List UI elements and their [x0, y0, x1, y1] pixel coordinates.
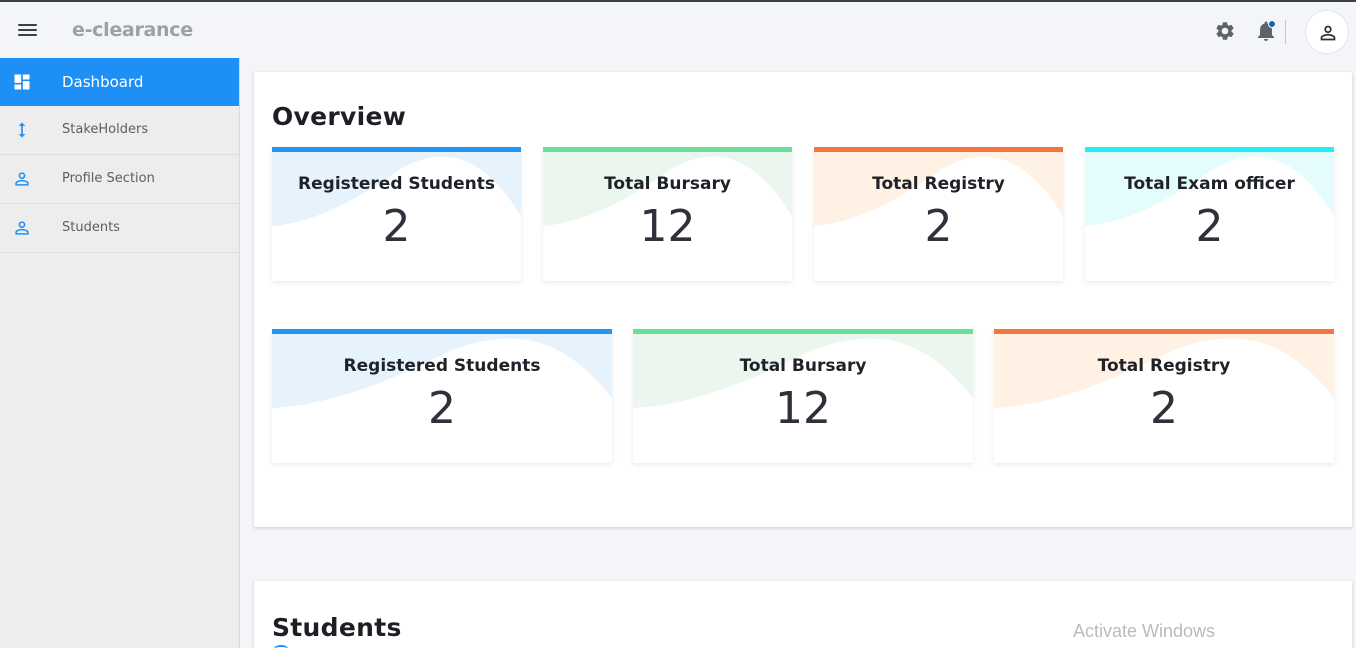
- top-bar: e-clearance: [0, 2, 1356, 58]
- sidebar: Dashboard StakeHolders Profile Section S…: [0, 58, 240, 648]
- card-value: 2: [1195, 201, 1224, 252]
- card-value: 2: [924, 201, 953, 252]
- students-section-title: Students: [272, 613, 402, 642]
- toolbar-divider: [1285, 20, 1286, 44]
- card-title: Registered Students: [298, 174, 495, 194]
- card-value: 2: [382, 201, 411, 252]
- user-icon: [12, 169, 32, 189]
- gear-icon[interactable]: [1214, 20, 1236, 42]
- card-title: Total Bursary: [739, 356, 867, 376]
- card-title: Total Registry: [872, 174, 1005, 194]
- card-value: 12: [639, 201, 696, 252]
- stat-card: Registered Students 2: [272, 329, 612, 463]
- card-title: Total Registry: [1097, 356, 1231, 376]
- sidebar-item-students[interactable]: Students: [0, 204, 239, 253]
- stat-card: Total Exam officer 2: [1085, 147, 1334, 281]
- sidebar-item-label: Profile Section: [62, 171, 155, 186]
- sidebar-item-label: Students: [62, 220, 120, 235]
- stat-card: Registered Students 2: [272, 147, 521, 281]
- overview-panel: Overview Registered Students 2 Total Bur…: [254, 72, 1352, 527]
- hamburger-icon[interactable]: [18, 22, 38, 38]
- sidebar-item-label: StakeHolders: [62, 122, 149, 137]
- bell-icon[interactable]: [1254, 19, 1278, 43]
- vertical-arrows-icon: [12, 120, 32, 140]
- activate-windows-watermark: Activate Windows: [1073, 621, 1216, 641]
- card-title: Registered Students: [343, 356, 541, 376]
- sidebar-item-stakeholders[interactable]: StakeHolders: [0, 106, 239, 155]
- stat-card: Total Bursary 12: [633, 329, 973, 463]
- stat-card: Total Registry 2: [814, 147, 1063, 281]
- card-title: Total Exam officer: [1124, 174, 1295, 194]
- sidebar-item-label: Dashboard: [62, 73, 144, 91]
- dashboard-icon: [12, 72, 32, 92]
- card-value: 2: [1150, 383, 1178, 434]
- card-value: 2: [428, 383, 456, 434]
- sidebar-item-dashboard[interactable]: Dashboard: [0, 58, 239, 106]
- card-value: 12: [775, 383, 831, 434]
- stat-card: Total Bursary 12: [543, 147, 792, 281]
- sidebar-item-profile-section[interactable]: Profile Section: [0, 155, 239, 204]
- page-title: Overview: [272, 102, 407, 131]
- user-icon: [12, 218, 32, 238]
- stat-card: Total Registry 2: [994, 329, 1334, 463]
- card-title: Total Bursary: [604, 174, 731, 194]
- app-title: e-clearance: [72, 19, 193, 41]
- user-icon[interactable]: [1305, 10, 1349, 54]
